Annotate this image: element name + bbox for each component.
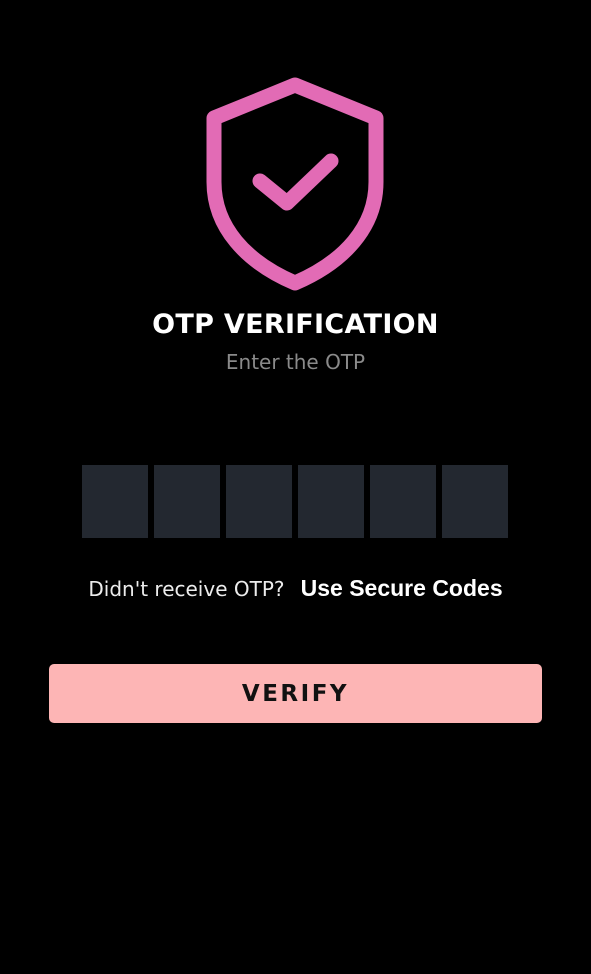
otp-digit-input[interactable] (82, 465, 148, 538)
verify-button[interactable]: VERIFY (49, 664, 542, 723)
page-subtitle: Enter the OTP (225, 350, 366, 374)
otp-digit-input[interactable] (442, 465, 508, 538)
resend-prompt: Didn't receive OTP? (88, 577, 285, 601)
otp-digit-input[interactable] (370, 465, 436, 538)
otp-digit-input[interactable] (298, 465, 364, 538)
use-secure-codes-link[interactable]: Use Secure Codes (301, 575, 503, 601)
shield-check-icon (206, 77, 384, 291)
resend-row: Didn't receive OTP? Use Secure Codes (0, 575, 591, 602)
otp-digit-input[interactable] (226, 465, 292, 538)
page-title: OTP VERIFICATION (152, 309, 439, 340)
otp-input-group (82, 465, 508, 538)
otp-digit-input[interactable] (154, 465, 220, 538)
